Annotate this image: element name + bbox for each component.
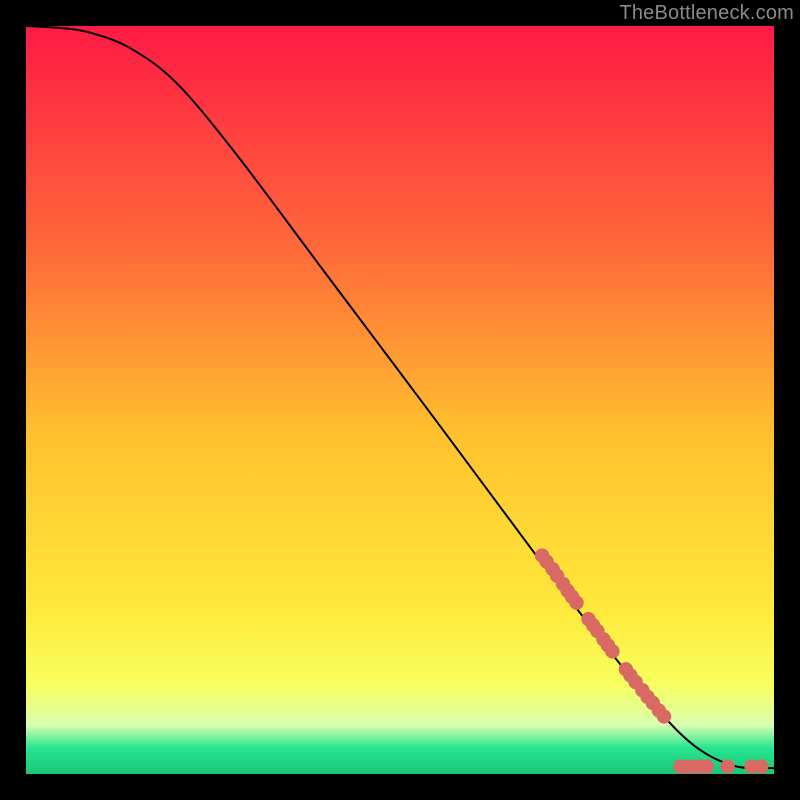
curve-layer [26, 26, 774, 774]
data-marker [699, 759, 713, 773]
data-marker [569, 596, 583, 610]
scatter-markers [535, 548, 769, 773]
attribution-text: TheBottleneck.com [619, 2, 794, 25]
data-marker [605, 644, 619, 658]
plot-area [26, 26, 774, 774]
chart-stage: TheBottleneck.com [0, 0, 800, 800]
data-marker [754, 759, 768, 773]
main-curve [26, 26, 774, 768]
data-marker [657, 709, 671, 723]
data-marker [720, 759, 734, 773]
